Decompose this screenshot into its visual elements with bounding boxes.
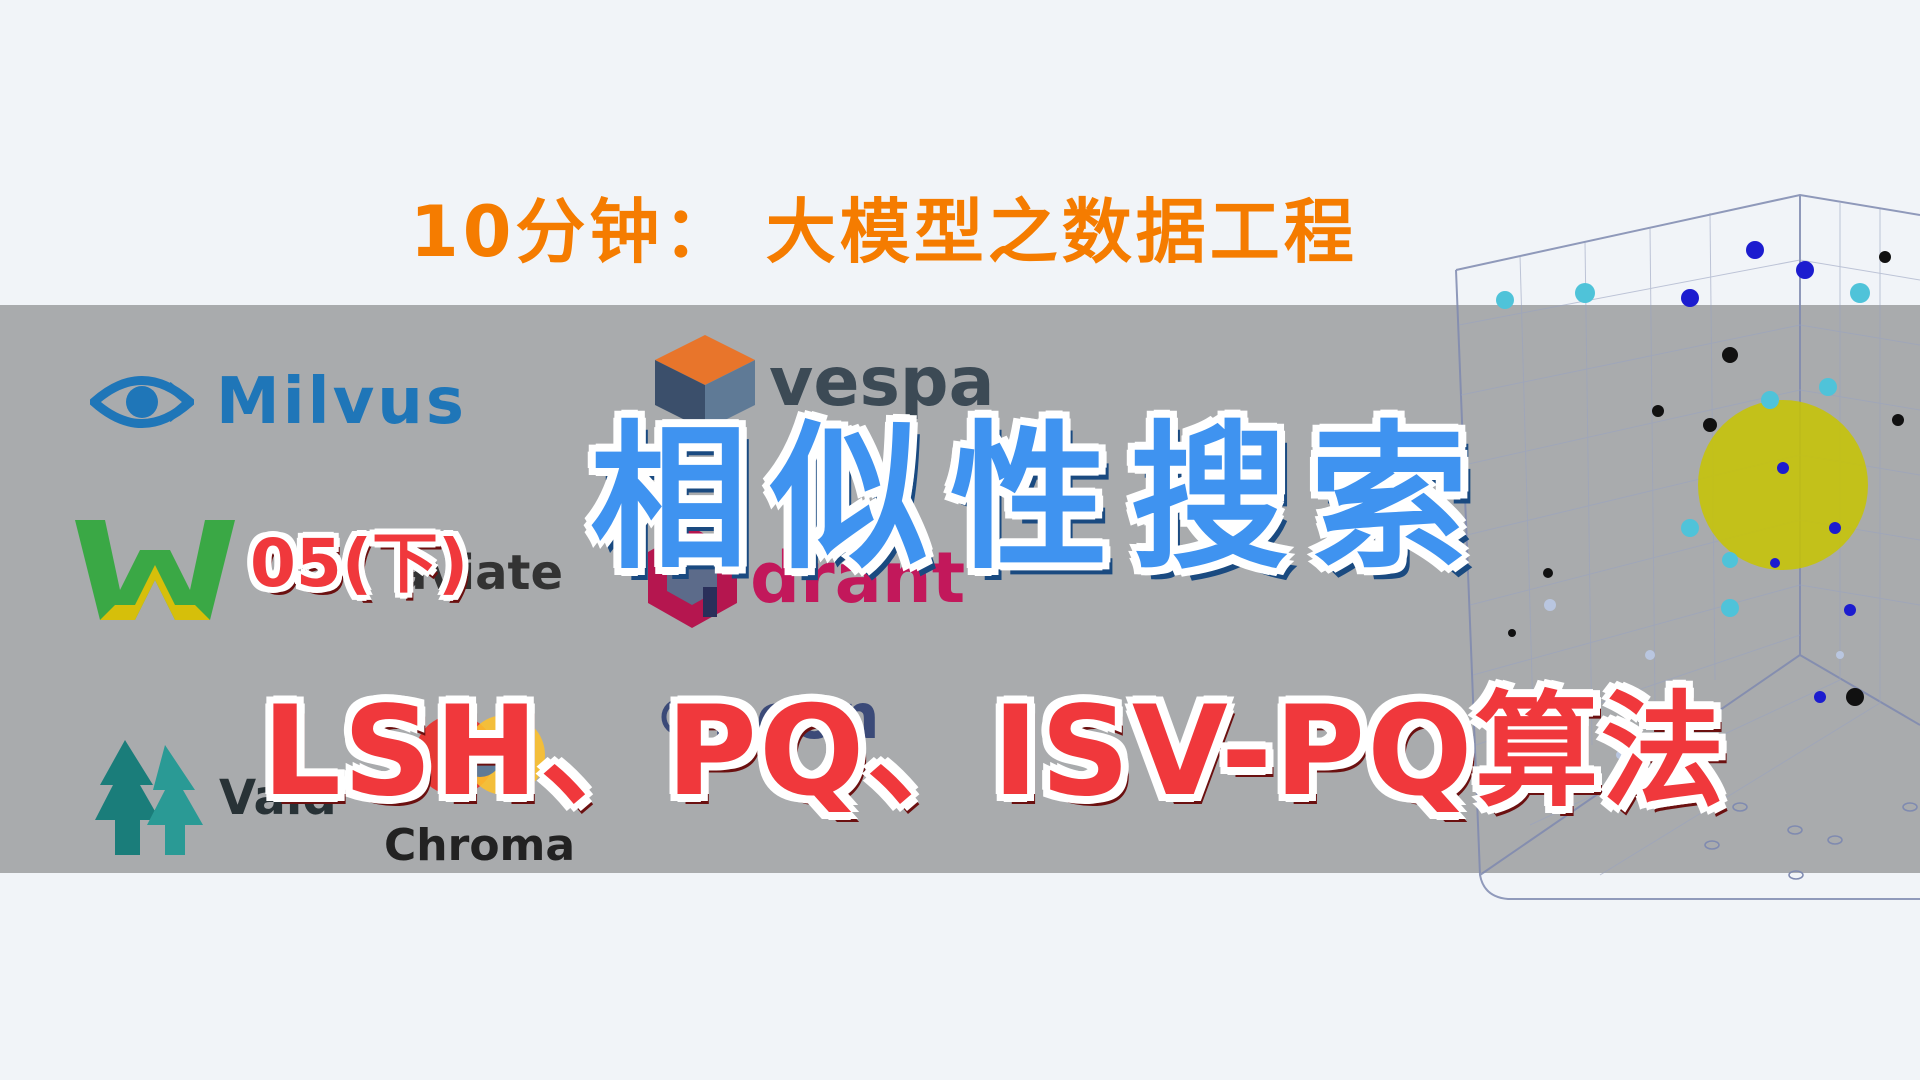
milvus-logo: Milvus (90, 365, 467, 439)
episode-label: 05(下) (250, 525, 469, 602)
weaviate-mark-icon (75, 520, 235, 620)
milvus-label: Milvus (216, 365, 467, 439)
main-title: 相似性搜索 (590, 407, 1490, 591)
series-title: 10分钟： 大模型之数据工程 (410, 191, 1358, 273)
eye-icon (90, 376, 194, 428)
algorithms-subtitle: LSH、PQ、ISV-PQ算法 (262, 680, 1727, 824)
tree-icon (95, 740, 203, 855)
